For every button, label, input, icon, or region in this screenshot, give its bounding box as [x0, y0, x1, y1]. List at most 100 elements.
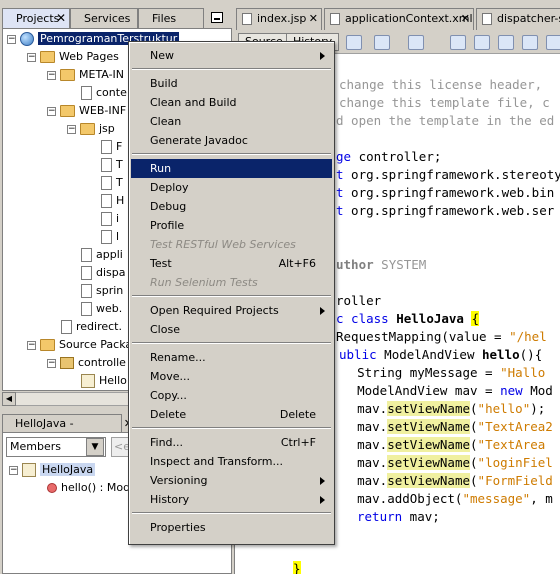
menu-item-properties[interactable]: Properties [131, 518, 332, 537]
tree-node-hello[interactable]: Hello [81, 372, 127, 390]
forward-icon[interactable] [408, 35, 424, 50]
menu-item-deploy[interactable]: Deploy [131, 178, 332, 197]
code-comment: change this template file, c [339, 95, 550, 110]
chevron-down-icon[interactable]: ▼ [86, 438, 104, 456]
navigator-class-node[interactable]: − HelloJava [9, 461, 96, 479]
tree-node-disp[interactable]: dispa [81, 264, 126, 282]
tree-node-source-packages[interactable]: − Source Packa [27, 336, 132, 354]
menu-item-label: Rename... [150, 351, 206, 364]
menu-item-inspect-and-transform[interactable]: Inspect and Transform... [131, 452, 332, 471]
navigator-method-node[interactable]: hello() : Mod [47, 479, 130, 497]
minimize-window-icon[interactable] [211, 12, 223, 23]
menu-item-delete[interactable]: Delete Delete [131, 405, 332, 424]
navigator-filter-input[interactable]: <e [111, 437, 130, 457]
collapse-icon[interactable]: − [47, 70, 56, 80]
tab-projects[interactable]: Projects ✕ [2, 8, 70, 28]
menu-item-build[interactable]: Build [131, 74, 332, 93]
find-previous-icon[interactable] [474, 35, 490, 50]
tree-node-web-xml[interactable]: web. [81, 300, 122, 318]
toggle-highlight-icon[interactable] [522, 35, 538, 50]
collapse-icon[interactable]: − [67, 124, 76, 134]
tree-node-jsp-file[interactable]: H [101, 192, 124, 210]
code-brace: } [293, 561, 301, 574]
tree-node-meta-inf[interactable]: − META-IN [47, 66, 124, 84]
menu-item-versioning[interactable]: Versioning [131, 471, 332, 490]
java-class-icon [81, 374, 95, 388]
tree-node-jsp-file[interactable]: F [101, 138, 122, 156]
tree-node-jsp-file[interactable]: T [101, 174, 123, 192]
jsp-file-icon [61, 320, 72, 334]
menu-item-profile[interactable]: Profile [131, 216, 332, 235]
code-text: org.springframework.stereoty [343, 167, 560, 182]
last-edit-icon[interactable] [346, 35, 362, 50]
code-text: ); [530, 401, 546, 416]
code-statement-line: mav.setViewName("TextArea2 [327, 419, 553, 434]
tree-node-spring[interactable]: sprin [81, 282, 123, 300]
code-keyword: t [336, 203, 344, 218]
menu-item-generate-javadoc[interactable]: Generate Javadoc [131, 131, 332, 150]
close-icon[interactable]: ✕ [461, 9, 470, 29]
menu-item-clean-and-build[interactable]: Clean and Build [131, 93, 332, 112]
menu-item-find[interactable]: Find... Ctrl+F [131, 433, 332, 452]
menu-item-run[interactable]: Run [131, 159, 332, 178]
tree-node-jsp-file[interactable]: T [101, 156, 123, 174]
tree-node-controller[interactable]: − controlle [47, 354, 126, 372]
code-import-line: t org.springframework.web.bin [336, 184, 554, 202]
collapse-icon[interactable]: − [27, 52, 36, 62]
back-icon[interactable] [374, 35, 390, 50]
menu-item-new[interactable]: New [131, 46, 332, 65]
menu-item-debug[interactable]: Debug [131, 197, 332, 216]
submenu-arrow-icon [320, 307, 325, 315]
scroll-left-icon[interactable]: ◀ [2, 392, 16, 406]
tab-index-jsp[interactable]: index.jsp ✕ [236, 8, 322, 30]
tab-dispatcher-servlet[interactable]: dispatcher-ser [476, 8, 560, 30]
code-class-line: c class HelloJava { [336, 310, 480, 328]
tab-application-context[interactable]: applicationContext.xml ✕ [324, 8, 474, 30]
close-icon[interactable]: ✕ [309, 9, 318, 29]
menu-item-clean[interactable]: Clean [131, 112, 332, 131]
tree-node-appl[interactable]: appli [81, 246, 123, 264]
find-next-icon[interactable] [498, 35, 514, 50]
collapse-icon[interactable]: − [27, 340, 36, 350]
tree-node-redirect[interactable]: redirect. [61, 318, 122, 336]
tree-node-jsp-file[interactable]: l [101, 228, 119, 246]
code-return-line: return mav; [357, 508, 440, 526]
tree-label: META-IN [79, 68, 125, 81]
menu-item-open-required-projects[interactable]: Open Required Projects [131, 301, 332, 320]
menu-item-copy[interactable]: Copy... [131, 386, 332, 405]
menu-item-shortcut: Ctrl+F [280, 436, 316, 449]
code-string: "TextArea [477, 437, 546, 452]
code-package-line: ge controller; [336, 148, 441, 166]
menu-item-label: Move... [150, 370, 190, 383]
toggle-rectangular-icon[interactable] [546, 35, 560, 50]
tree-node-jsp-file[interactable]: i [101, 210, 119, 228]
find-icon[interactable] [450, 35, 466, 50]
jsp-file-icon [101, 140, 112, 154]
jsp-file-icon [101, 194, 112, 208]
tab-navigator[interactable]: HelloJava - Navigator ✕ [2, 414, 133, 447]
tree-node-jsp[interactable]: − jsp [67, 120, 115, 138]
code-text: org.springframework.web.ser [343, 203, 555, 218]
menu-item-rename[interactable]: Rename... [131, 348, 332, 367]
collapse-icon[interactable]: − [47, 106, 56, 116]
collapse-icon[interactable]: − [7, 34, 16, 44]
code-keyword: t [336, 167, 344, 182]
code-class-name: HelloJava [388, 311, 472, 326]
tree-node-web-inf[interactable]: − WEB-INF [47, 102, 126, 120]
menu-item-history[interactable]: History [131, 490, 332, 509]
collapse-icon[interactable]: − [47, 358, 56, 368]
collapse-icon[interactable]: − [9, 465, 18, 475]
menu-item-move[interactable]: Move... [131, 367, 332, 386]
tree-label: F [116, 140, 123, 153]
tree-node-web-pages[interactable]: − Web Pages [27, 48, 119, 66]
menu-item-test[interactable]: Test Alt+F6 [131, 254, 332, 273]
code-method-line: ublic ModelAndView hello(){ [339, 346, 542, 364]
xml-file-icon [81, 266, 92, 280]
tab-files[interactable]: Files [138, 8, 204, 28]
close-icon[interactable]: ✕ [56, 9, 66, 28]
code-closing-brace: } [293, 560, 301, 574]
menu-item-label: Profile [150, 219, 185, 232]
tree-node-context[interactable]: conte [81, 84, 127, 102]
menu-item-close[interactable]: Close [131, 320, 332, 339]
tab-services[interactable]: Services [70, 8, 138, 28]
